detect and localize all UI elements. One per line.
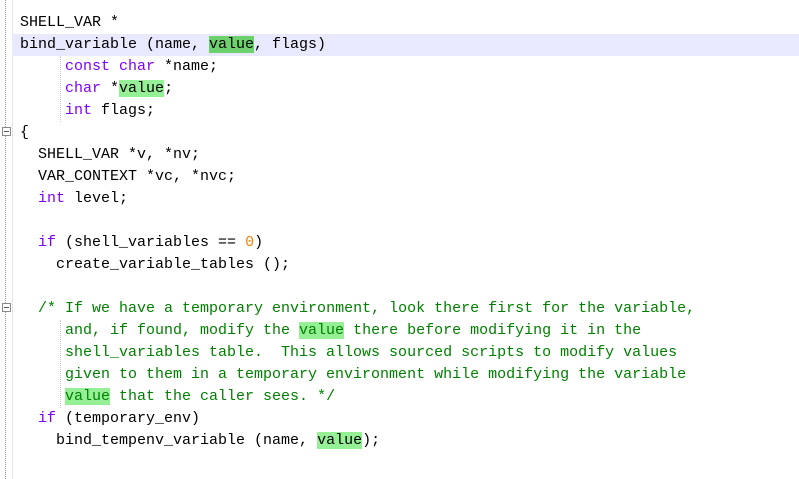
fold-margin [0,0,13,479]
code-token: SHELL_VAR *v, *nv; [20,146,201,163]
code-line[interactable]: /* If we have a temporary environment, l… [20,298,799,320]
code-token: int [65,102,93,119]
code-token: value [119,80,165,97]
code-token: bind_variable (name, [20,36,210,53]
code-line[interactable] [20,210,799,232]
code-token: char [65,80,102,97]
code-token: if [38,234,57,251]
fold-guide-line [5,312,6,479]
code-line[interactable]: bind_tempenv_variable (name, value); [20,430,799,452]
code-line[interactable]: value that the caller sees. */ [20,386,799,408]
code-token: , flags) [254,36,327,53]
code-token: and, if found, modify the [20,322,300,339]
fold-guide-line [5,136,6,303]
code-line[interactable]: create_variable_tables (); [20,254,799,276]
fold-collapse-icon[interactable] [2,303,11,312]
code-line[interactable]: char *value; [20,78,799,100]
code-line[interactable]: if (temporary_env) [20,408,799,430]
code-token: create_variable_tables (); [20,256,291,273]
code-line[interactable]: if (shell_variables == 0) [20,232,799,254]
code-token: int [38,190,66,207]
code-line[interactable]: SHELL_VAR * [20,12,799,34]
code-token: (shell_variables == [56,234,246,251]
code-token: const char [65,58,156,75]
code-editor[interactable]: SHELL_VAR * bind_variable (name, value, f… [0,0,799,479]
code-token: /* If we have a temporary environment, l… [38,300,696,317]
code-line[interactable]: int flags; [20,100,799,122]
code-token: ); [362,432,381,449]
code-line[interactable]: given to them in a temporary environment… [20,364,799,386]
code-line[interactable]: SHELL_VAR *v, *nv; [20,144,799,166]
code-token: { [20,124,30,141]
fold-guide-line [5,0,6,127]
code-token: value [317,432,363,449]
code-line[interactable]: shell_variables table. This allows sourc… [20,342,799,364]
code-token: ) [254,234,264,251]
code-token: that the caller sees. */ [110,388,336,405]
code-token: shell_variables table. This allows sourc… [20,344,678,361]
code-line[interactable]: VAR_CONTEXT *vc, *nvc; [20,166,799,188]
code-token: if [38,410,57,427]
code-token: value [299,322,345,339]
code-line[interactable]: const char *name; [20,56,799,78]
code-token: SHELL_VAR * [20,14,120,31]
current-code-line[interactable]: bind_variable (name, value, flags) [12,34,799,56]
code-line[interactable]: { [20,122,799,144]
code-token: *name; [155,58,219,75]
code-token: value [65,388,111,405]
code-token: bind_tempenv_variable (name, [20,432,318,449]
code-token: there before modifying it in the [344,322,642,339]
code-token: level; [65,190,129,207]
code-token: ; [164,80,174,97]
code-line[interactable] [20,276,799,298]
code-text-area[interactable]: SHELL_VAR * bind_variable (name, value, f… [12,12,799,452]
code-token: (temporary_env) [56,410,201,427]
code-token: 0 [245,234,255,251]
code-token: flags; [92,102,156,119]
code-token: given to them in a temporary environment… [20,366,687,383]
code-token: * [101,80,120,97]
code-token: value [209,36,255,53]
code-token: VAR_CONTEXT *vc, *nvc; [20,168,237,185]
fold-collapse-icon[interactable] [2,127,11,136]
code-line[interactable]: int level; [20,188,799,210]
code-line[interactable]: and, if found, modify the value there be… [20,320,799,342]
